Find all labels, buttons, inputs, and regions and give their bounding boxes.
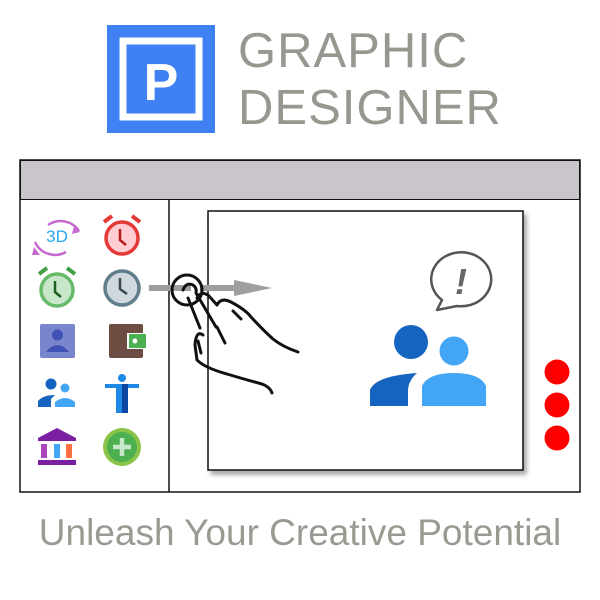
bubble-text: ! bbox=[455, 261, 467, 302]
logo-title-line2: DESIGNER bbox=[238, 81, 502, 135]
indicator-dot[interactable] bbox=[544, 359, 570, 385]
logo-letter: P bbox=[144, 54, 179, 112]
clock-gray-icon[interactable] bbox=[103, 269, 141, 307]
logo-mark: P bbox=[107, 25, 215, 133]
title-bar bbox=[20, 160, 580, 200]
add-circle-icon[interactable] bbox=[103, 428, 141, 466]
canvas-panel bbox=[207, 210, 524, 471]
status-indicators bbox=[544, 359, 570, 451]
wallet-icon[interactable] bbox=[109, 324, 147, 358]
logo-title-line1: GRAPHIC bbox=[238, 24, 469, 78]
indicator-dot[interactable] bbox=[544, 425, 570, 451]
svg-text:3D: 3D bbox=[46, 227, 68, 246]
tagline: Unleash Your Creative Potential bbox=[38, 512, 562, 553]
indicator-dot[interactable] bbox=[544, 392, 570, 418]
contact-icon[interactable] bbox=[40, 324, 75, 358]
